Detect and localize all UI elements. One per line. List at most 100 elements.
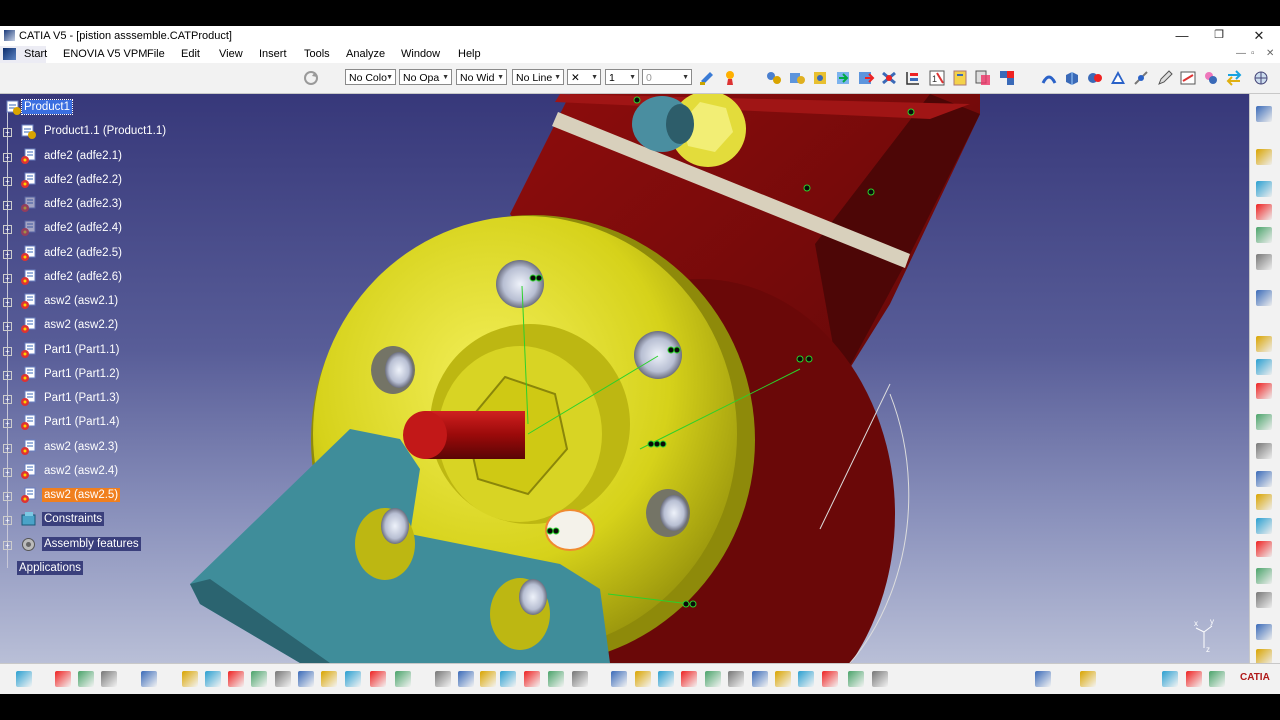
assembly-gears-icon[interactable] [765, 69, 783, 87]
tree-item[interactable]: + adfe2 (adfe2.2) [0, 172, 250, 190]
catalog-icon[interactable] [1256, 414, 1272, 430]
refresh-icon[interactable] [302, 69, 320, 87]
menu-enovia[interactable]: ENOVIA V5 VPM [63, 48, 147, 60]
graph-tree-reordering-icon[interactable] [904, 69, 922, 87]
grid-icon[interactable] [141, 671, 157, 687]
swap-icon[interactable] [1225, 69, 1243, 87]
tree-item[interactable]: + asw2 (asw2.5) [0, 487, 250, 505]
tree-item[interactable]: + asw2 (asw2.3) [0, 439, 250, 457]
tools-icon[interactable] [1162, 671, 1178, 687]
whats-this-icon[interactable] [395, 671, 411, 687]
measure-icon[interactable] [1179, 69, 1197, 87]
tree-item[interactable]: Applications [0, 560, 250, 578]
contact-icon[interactable] [1256, 336, 1272, 352]
copy-icon[interactable] [298, 671, 314, 687]
properties-brush-icon[interactable] [721, 69, 739, 87]
tree-expand-toggle[interactable]: + [3, 152, 12, 162]
normal-view-icon[interactable] [752, 671, 768, 687]
manipulation-icon[interactable] [1040, 69, 1058, 87]
annotation-icon[interactable] [1256, 471, 1272, 487]
replace-component-icon[interactable] [880, 69, 898, 87]
tree-expand-toggle[interactable]: + [3, 249, 12, 259]
catalog-icon[interactable] [548, 671, 564, 687]
menu-analyze[interactable]: Analyze [346, 48, 385, 60]
tree-item[interactable]: + asw2 (asw2.4) [0, 463, 250, 481]
color-combo[interactable]: No Colo ▼ [345, 69, 396, 85]
line-type-combo[interactable]: No Line ▼ [512, 69, 564, 85]
tree-item[interactable]: Product1 [0, 99, 250, 117]
bolt-hole[interactable] [496, 260, 544, 308]
light-icon[interactable] [480, 671, 496, 687]
stop-manipulate-on-clash-icon[interactable] [1086, 69, 1104, 87]
rotate-icon[interactable] [681, 671, 697, 687]
tree-item[interactable]: + asw2 (asw2.2) [0, 317, 250, 335]
product-structure-icon[interactable] [55, 671, 71, 687]
tree-expand-toggle[interactable]: + [3, 443, 12, 453]
pan-icon[interactable] [658, 671, 674, 687]
undo-icon[interactable] [345, 671, 361, 687]
clash-icon[interactable] [1256, 518, 1272, 534]
iso-view-icon[interactable] [798, 671, 814, 687]
restore-button[interactable]: ❐ [1209, 28, 1229, 41]
doc-minimize-button[interactable]: — [1236, 48, 1246, 59]
new-component-icon[interactable] [788, 69, 806, 87]
view-icon[interactable] [1256, 106, 1272, 122]
fly-icon[interactable] [611, 671, 627, 687]
hide-show-icon[interactable] [848, 671, 864, 687]
bolt-hole[interactable] [634, 331, 682, 379]
surface-icon[interactable] [1256, 624, 1272, 640]
save-icon[interactable] [228, 671, 244, 687]
sketch-icon[interactable] [1256, 443, 1272, 459]
knowledge-icon[interactable] [458, 671, 474, 687]
swap-space-icon[interactable] [872, 671, 888, 687]
explode-icon[interactable] [1063, 69, 1081, 87]
tree-expand-toggle[interactable]: + [3, 273, 12, 283]
cut-icon[interactable] [275, 671, 291, 687]
dimension-icon[interactable] [572, 671, 588, 687]
open-icon[interactable] [205, 671, 221, 687]
sketch-pencil-icon[interactable] [1156, 69, 1174, 87]
measure-icon[interactable] [101, 671, 117, 687]
tree-item[interactable]: + adfe2 (adfe2.6) [0, 269, 250, 287]
capture-icon[interactable] [1035, 671, 1051, 687]
multi-instantiation-icon[interactable] [998, 69, 1016, 87]
tree-expand-toggle[interactable]: + [3, 395, 12, 404]
doc-restore-button[interactable]: ▫ [1251, 48, 1255, 59]
fit-all-icon[interactable] [635, 671, 651, 687]
snap-icon[interactable] [1132, 69, 1150, 87]
assembly-icon[interactable] [1256, 149, 1272, 165]
zoom-out-icon[interactable] [728, 671, 744, 687]
tree-item[interactable]: + Product1.1 (Product1.1) [0, 123, 250, 141]
layer-combo[interactable]: 1 ▼ [605, 69, 639, 85]
menu-help[interactable]: Help [458, 48, 481, 60]
manage-representations-icon[interactable] [974, 69, 992, 87]
tree-item[interactable]: + Constraints [0, 511, 250, 529]
print-icon[interactable] [251, 671, 267, 687]
tree-item[interactable]: + adfe2 (adfe2.3) [0, 196, 250, 214]
menu-file[interactable]: File [147, 48, 165, 60]
fit-all-icon[interactable] [1202, 69, 1220, 87]
tree-item[interactable]: + asw2 (asw2.1) [0, 293, 250, 311]
multi-view-icon[interactable] [775, 671, 791, 687]
fix-icon[interactable] [1256, 204, 1272, 220]
tree-expand-toggle[interactable]: + [3, 346, 12, 356]
existing-component-icon[interactable] [857, 69, 875, 87]
menu-edit[interactable]: Edit [181, 48, 200, 60]
menu-start[interactable]: Start [24, 48, 47, 60]
tree-expand-toggle[interactable]: + [3, 492, 12, 501]
sketcher-icon[interactable] [524, 671, 540, 687]
close-button[interactable]: ✕ [1249, 28, 1269, 44]
new-product-icon[interactable] [811, 69, 829, 87]
offset-icon[interactable] [1256, 227, 1272, 243]
point-style-combo[interactable]: ✕ ▼ [567, 69, 601, 85]
new-part-icon[interactable] [834, 69, 852, 87]
tree-expand-toggle[interactable]: + [3, 225, 12, 235]
menu-insert[interactable]: Insert [259, 48, 287, 60]
minimize-button[interactable]: — [1172, 28, 1192, 43]
update-icon[interactable] [1109, 69, 1127, 87]
weld-icon[interactable] [1256, 592, 1272, 608]
menu-view[interactable]: View [219, 48, 243, 60]
angle-icon[interactable] [1256, 254, 1272, 270]
tree-item[interactable]: + adfe2 (adfe2.1) [0, 148, 250, 166]
tree-expand-toggle[interactable]: + [3, 201, 12, 210]
